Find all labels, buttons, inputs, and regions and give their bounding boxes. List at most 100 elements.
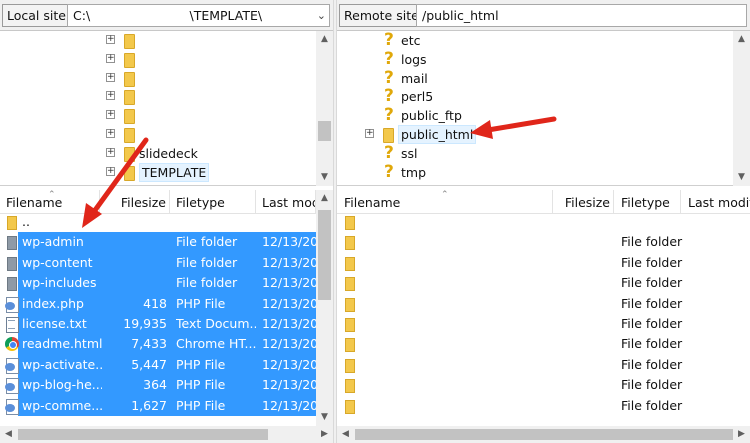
scroll-down-arrow-icon[interactable]: ▼ — [733, 169, 750, 186]
scroll-up-arrow-icon[interactable]: ▲ — [316, 190, 333, 207]
scroll-left-arrow-icon[interactable]: ◀ — [337, 426, 354, 443]
file-row[interactable]: File folder — [337, 396, 750, 416]
file-row[interactable]: readme.html 7,433 Chrome HT... 12/13/20 — [5, 334, 316, 355]
remote-tree-item[interactable]: ? etc — [337, 31, 733, 50]
folder-icon — [343, 337, 356, 353]
scroll-down-arrow-icon[interactable]: ▼ — [316, 169, 333, 186]
column-last-modified[interactable]: Last modifi — [681, 190, 750, 214]
scroll-thumb[interactable] — [355, 429, 733, 440]
file-date: 12/13/20 — [262, 234, 316, 250]
remote-tree-item[interactable]: + public_html — [337, 125, 733, 144]
local-file-list-header: ⌃ Filename Filesize Filetype Last mod — [0, 190, 333, 214]
remote-list-hscrollbar[interactable]: ◀ ▶ — [337, 426, 750, 443]
local-tree-item[interactable]: + — [0, 106, 316, 125]
file-row[interactable]: File folder — [337, 294, 750, 314]
local-path-combobox[interactable]: C:\ \TEMPLATE\ ⌄ — [67, 4, 330, 27]
local-tree-item[interactable]: + TEMPLATE — [0, 162, 316, 182]
local-site-label: Local site: — [2, 4, 76, 27]
expand-icon[interactable]: + — [106, 35, 115, 44]
file-row[interactable]: wp-admin File folder 12/13/20 — [7, 232, 316, 253]
file-row[interactable]: wp-includes File folder 12/13/20 — [7, 273, 316, 294]
folder-icon — [381, 127, 394, 143]
tree-item-label: logs — [401, 51, 427, 67]
expand-icon[interactable]: + — [106, 110, 115, 120]
scroll-left-arrow-icon[interactable]: ◀ — [0, 426, 17, 443]
folder-icon — [343, 215, 356, 230]
local-tree-item[interactable]: + — [0, 87, 316, 106]
tree-item-label: mail — [401, 70, 428, 86]
file-row[interactable]: .. — [0, 212, 316, 232]
remote-file-list: File folder File folder File folder File fo… — [337, 214, 750, 443]
chevron-down-icon[interactable]: ⌄ — [317, 9, 326, 22]
file-row[interactable]: wp-activate.... 5,447 PHP File 12/13/20 — [5, 354, 316, 376]
local-tree-scrollbar[interactable]: ▲ ▼ — [316, 31, 333, 186]
local-tree-item[interactable]: + — [0, 50, 316, 69]
file-name: wp-admin — [22, 234, 84, 250]
file-name: license.txt — [22, 316, 87, 331]
expand-icon[interactable]: + — [106, 129, 115, 138]
scroll-up-arrow-icon[interactable]: ▲ — [316, 31, 333, 48]
scroll-right-arrow-icon[interactable]: ▶ — [316, 426, 333, 443]
file-row[interactable]: wp-blog-he... 364 PHP File 12/13/20 — [5, 375, 316, 396]
remote-tree-item[interactable]: ? ssl — [337, 144, 733, 163]
local-tree-item[interactable]: + slidedeck — [0, 144, 316, 163]
file-row[interactable]: wp-comme... 1,627 PHP File 12/13/20 — [5, 395, 316, 416]
file-row[interactable]: File folder — [337, 232, 750, 252]
remote-file-list-header: ⌃ Filename Filesize Filetype Last modifi — [337, 190, 750, 214]
file-row[interactable]: File folder — [337, 375, 750, 395]
column-filetype[interactable]: Filetype — [170, 190, 256, 214]
expand-icon[interactable]: + — [106, 72, 115, 82]
column-filename[interactable]: Filename — [0, 190, 100, 214]
remote-tree-item[interactable]: ? mail — [337, 69, 733, 88]
folder-icon — [122, 33, 135, 49]
scroll-thumb[interactable] — [318, 210, 331, 300]
column-filesize[interactable]: Filesize — [553, 190, 614, 214]
remote-tree-item[interactable]: ? logs — [337, 50, 733, 69]
local-tree-item[interactable]: + — [0, 125, 316, 144]
local-tree-item[interactable]: + — [0, 69, 316, 88]
local-file-list: .. wp-admin File folder 12/13/20 wp-content F… — [0, 214, 333, 443]
expand-icon[interactable]: + — [106, 53, 115, 63]
remote-path-combobox[interactable]: /public_html — [416, 4, 747, 27]
php-file-icon — [5, 378, 19, 395]
folder-icon — [122, 146, 135, 162]
expand-icon[interactable]: + — [106, 147, 115, 157]
remote-tree-item[interactable]: ? tmp — [337, 163, 733, 182]
file-row[interactable]: File folder — [337, 273, 750, 293]
local-tree-item[interactable]: + — [0, 31, 316, 50]
scroll-thumb[interactable] — [18, 429, 268, 440]
file-row[interactable] — [337, 212, 750, 232]
unknown-item-icon: ? — [384, 142, 394, 163]
file-row[interactable]: wp-content File folder 12/13/20 — [7, 252, 316, 274]
expand-icon[interactable]: + — [365, 129, 374, 138]
folder-icon — [5, 235, 18, 251]
tree-item-label: public_html — [398, 125, 477, 144]
file-row[interactable]: File folder — [337, 314, 750, 334]
scroll-thumb[interactable] — [318, 121, 331, 141]
local-list-hscrollbar[interactable]: ◀ ▶ — [0, 426, 333, 443]
file-row[interactable]: index.php 418 PHP File 12/13/20 — [5, 293, 316, 314]
column-filename[interactable]: Filename — [337, 190, 553, 214]
file-row[interactable]: File folder — [337, 355, 750, 375]
column-filetype[interactable]: Filetype — [614, 190, 681, 214]
scroll-up-arrow-icon[interactable]: ▲ — [733, 31, 750, 48]
file-row[interactable]: File folder — [337, 334, 750, 354]
file-date: 12/13/20 — [262, 377, 316, 393]
unknown-item-icon: ? — [384, 67, 394, 88]
scroll-down-arrow-icon[interactable]: ▼ — [316, 409, 333, 426]
file-row[interactable]: File folder — [337, 253, 750, 273]
local-list-scrollbar[interactable]: ▲ ▼ — [316, 190, 333, 426]
remote-tree-item[interactable]: ? perl5 — [337, 87, 733, 106]
expand-icon[interactable]: + — [106, 91, 115, 101]
column-filesize[interactable]: Filesize — [100, 190, 170, 214]
expand-icon[interactable]: + — [106, 166, 115, 176]
tree-item-label: tmp — [401, 164, 427, 180]
folder-icon — [122, 165, 135, 181]
file-row[interactable]: license.txt 19,935 Text Docum... 12/13/20 — [6, 314, 316, 335]
scroll-right-arrow-icon[interactable]: ▶ — [733, 426, 750, 443]
remote-tree-item[interactable]: ? public_ftp — [337, 106, 733, 125]
remote-path-value: /public_html — [422, 8, 499, 23]
file-size: 364 — [143, 377, 167, 393]
column-last-modified[interactable]: Last mod — [256, 190, 316, 214]
remote-tree-scrollbar[interactable]: ▲ ▼ — [733, 31, 750, 186]
